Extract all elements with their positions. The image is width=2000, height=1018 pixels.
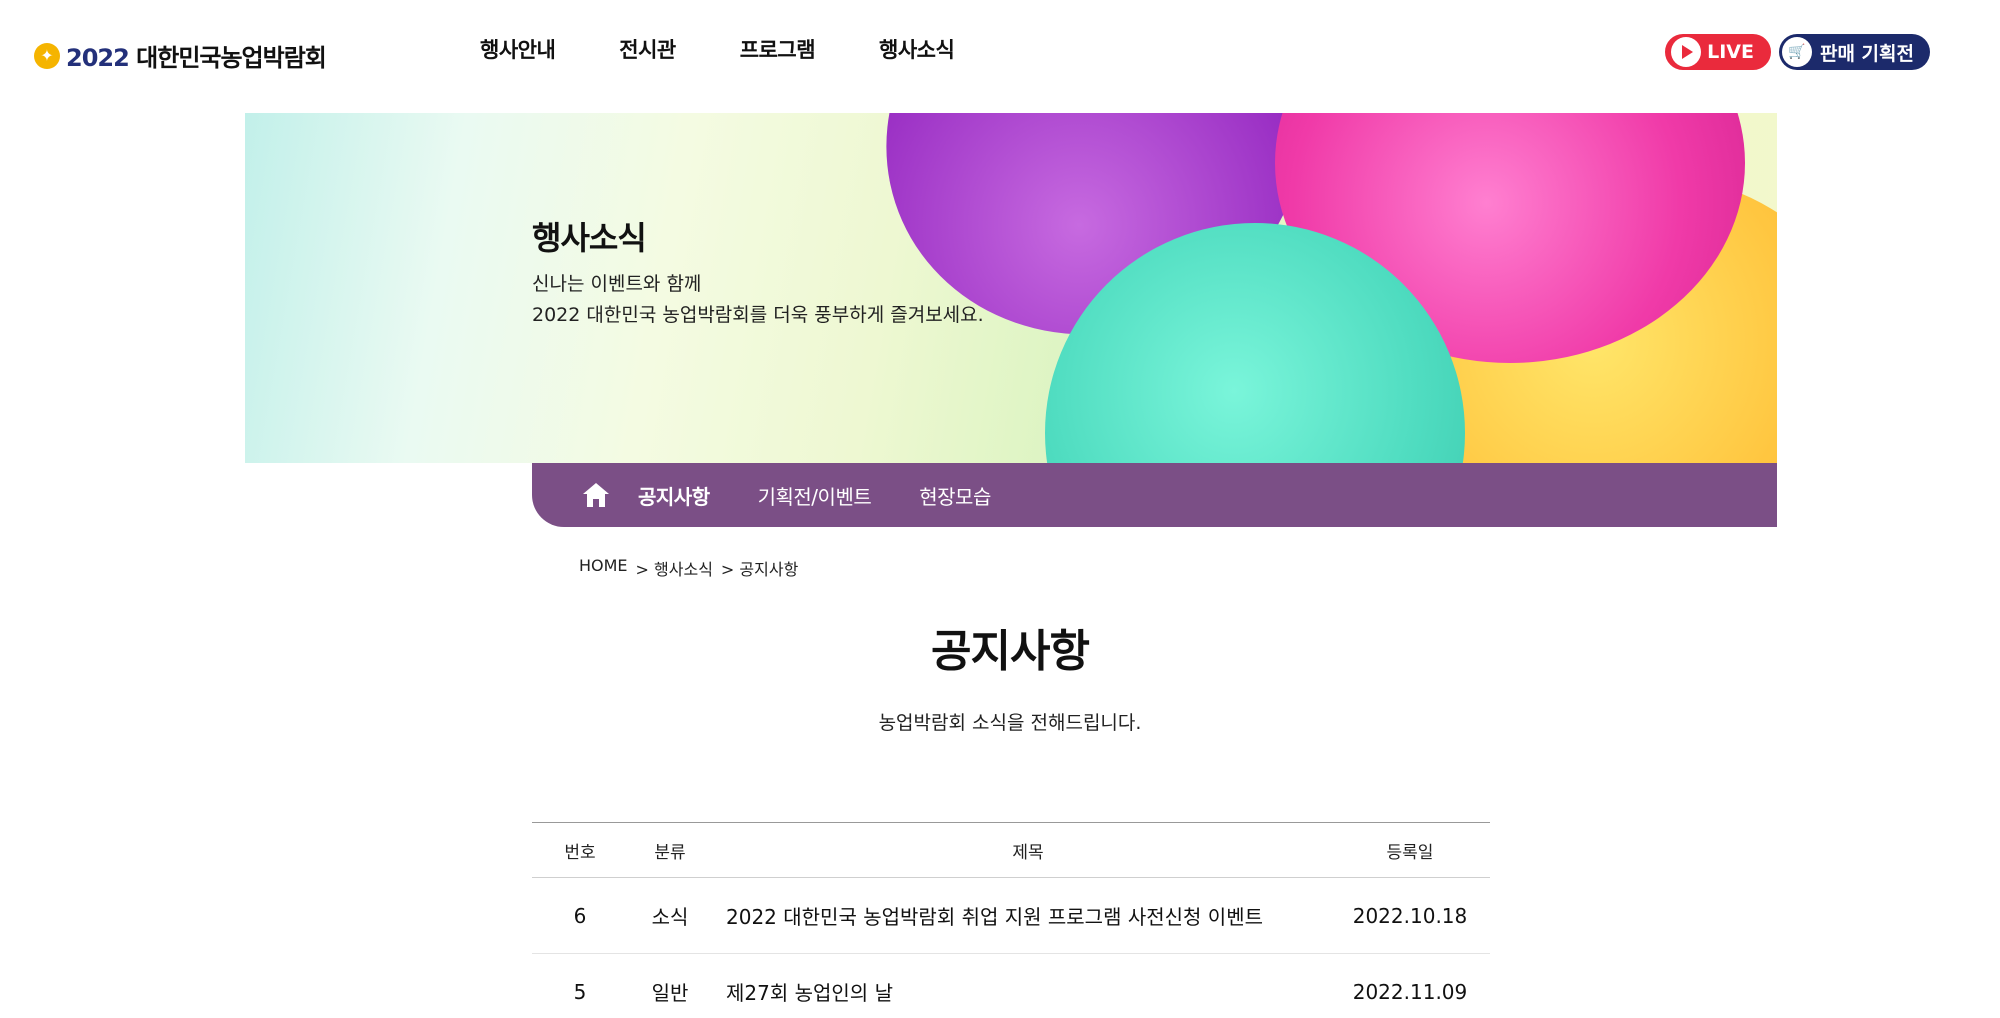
col-title: 제목 [712,822,1330,878]
row-category: 소식 [628,877,712,954]
breadcrumb-level1[interactable]: > 행사소식 [636,556,713,580]
play-icon [1671,37,1702,67]
nav-program[interactable]: 프로그램 [740,34,816,64]
row-title-link[interactable]: 2022 대한민국 농업박람회 취업 지원 프로그램 사전신청 이벤트 [712,877,1330,954]
hero-desc-line1: 신나는 이벤트와 함께 [532,273,702,295]
hero-title: 행사소식 [532,219,647,257]
header-utility: LIVE 🛒 판매 기획전 [1665,34,1930,70]
row-date: 2022.10.18 [1330,877,1490,954]
hero-text: 행사소식 신나는 이벤트와 함께 2022 대한민국 농업박람회를 더욱 풍부하… [532,213,984,331]
nav-event-info[interactable]: 행사안내 [480,34,556,64]
main-nav: 행사안내 전시관 프로그램 행사소식 [480,34,1018,64]
hero-banner: 행사소식 신나는 이벤트와 함께 2022 대한민국 농업박람회를 더욱 풍부하… [245,113,1777,463]
subnav-site-photos[interactable]: 현장모습 [919,481,991,510]
subnav-promotion-event[interactable]: 기획전/이벤트 [758,481,872,510]
cart-icon: 🛒 [1781,37,1812,67]
row-number: 6 [532,877,628,954]
site-header: ✦ 2022 대한민국농업박람회 행사안내 전시관 프로그램 행사소식 LIVE… [0,0,2000,108]
nav-exhibition[interactable]: 전시관 [619,34,676,64]
live-label: LIVE [1707,41,1754,63]
row-number: 5 [532,953,628,1018]
page-subtitle: 농업박람회 소식을 전해드립니다. [878,712,1142,734]
col-date: 등록일 [1330,822,1490,878]
sales-exhibition-button[interactable]: 🛒 판매 기획전 [1778,34,1930,70]
breadcrumb-level2[interactable]: > 공지사항 [721,556,798,580]
breadcrumb: HOME > 행사소식 > 공지사항 [579,556,798,580]
table-header-row: 번호 분류 제목 등록일 [532,822,1490,878]
page-title: 공지사항 [931,626,1090,677]
live-button[interactable]: LIVE [1665,34,1771,70]
breadcrumb-home[interactable]: HOME [579,556,628,580]
table-row[interactable]: 6 소식 2022 대한민국 농업박람회 취업 지원 프로그램 사전신청 이벤트… [532,877,1490,954]
subnav-notice[interactable]: 공지사항 [638,481,710,510]
col-number: 번호 [532,822,628,878]
row-title-link[interactable]: 제27회 농업인의 날 [712,953,1330,1018]
notice-table: 번호 분류 제목 등록일 6 소식 2022 대한민국 농업박람회 취업 지원 … [532,822,1490,1018]
hero-desc-line2: 2022 대한민국 농업박람회를 더욱 풍부하게 즐겨보세요. [532,304,984,326]
site-logo[interactable]: ✦ 2022 대한민국농업박람회 [34,38,327,73]
row-date: 2022.11.09 [1330,953,1490,1018]
sales-exhibition-label: 판매 기획전 [1819,42,1914,65]
logo-text: 2022 대한민국농업박람회 [66,44,327,72]
logo-star-icon: ✦ [34,42,60,69]
nav-event-news[interactable]: 행사소식 [879,34,955,64]
home-icon[interactable] [580,479,612,511]
col-category: 분류 [628,822,712,878]
sub-nav: 공지사항 기획전/이벤트 현장모습 [532,463,1777,527]
table-row[interactable]: 5 일반 제27회 농업인의 날 2022.11.09 [532,953,1490,1018]
row-category: 일반 [628,953,712,1018]
